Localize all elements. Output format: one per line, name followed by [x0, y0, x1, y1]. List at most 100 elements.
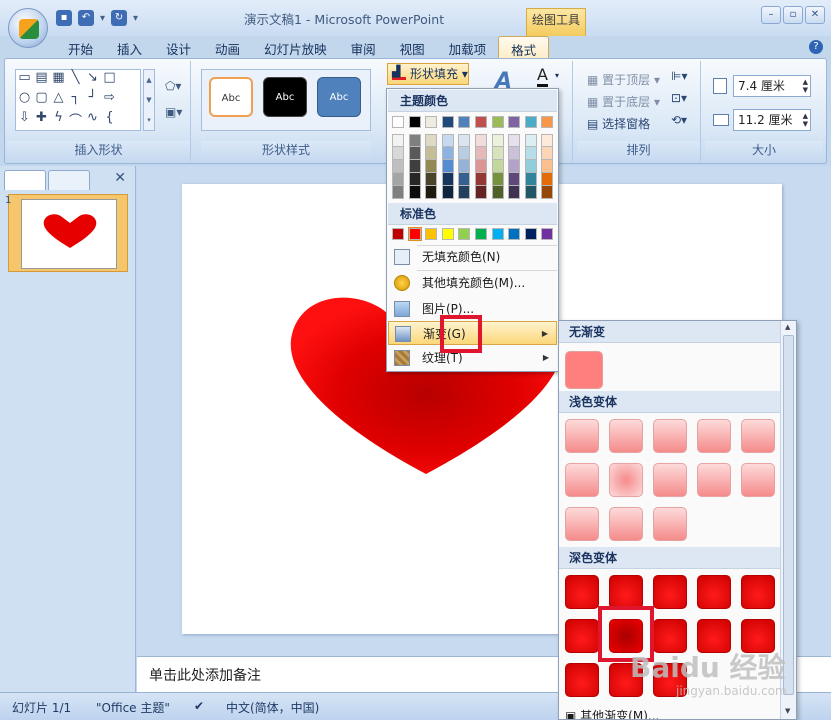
tab-format[interactable]: 格式	[498, 36, 550, 58]
light-gradient-tile[interactable]	[653, 419, 687, 453]
outline-tab[interactable]	[48, 170, 90, 190]
dark-gradient-tile[interactable]	[653, 575, 687, 609]
roundrect-shape-icon[interactable]: ▢	[33, 90, 50, 110]
theme-shade-swatch[interactable]	[475, 186, 487, 199]
close-button[interactable]: ✕	[805, 6, 825, 24]
text-fill-icon[interactable]: A	[537, 65, 548, 87]
theme-shade-swatch[interactable]	[392, 147, 404, 160]
office-button[interactable]	[8, 8, 48, 48]
theme-shade-swatch[interactable]	[408, 173, 421, 186]
standard-color-swatch[interactable]	[392, 228, 404, 240]
light-gradient-tile[interactable]	[653, 463, 687, 497]
more-fill-colors-item[interactable]: 其他填充颜色(M)...	[388, 271, 557, 295]
theme-shade-swatch[interactable]	[441, 173, 454, 186]
theme-shade-swatch[interactable]	[458, 173, 471, 186]
standard-color-swatch[interactable]	[524, 228, 537, 240]
theme-shade-swatch[interactable]	[392, 134, 404, 147]
maximize-button[interactable]: ▫	[783, 6, 803, 24]
close-panel-icon[interactable]: ✕	[114, 170, 126, 186]
theme-shade-swatch[interactable]	[441, 160, 454, 173]
style-sample-orange[interactable]: Abc	[209, 77, 253, 117]
theme-shade-swatch[interactable]	[408, 186, 421, 199]
theme-shade-swatch[interactable]	[491, 134, 504, 147]
standard-color-swatch[interactable]	[458, 228, 471, 240]
theme-shade-swatch[interactable]	[441, 186, 454, 199]
dark-gradient-tile[interactable]	[565, 663, 599, 697]
shapes-scroll[interactable]: ▲ ▼ ▾	[143, 69, 155, 131]
slides-tab[interactable]	[4, 170, 46, 190]
tab-insert[interactable]: 插入	[105, 36, 154, 58]
help-icon[interactable]: ?	[809, 40, 823, 54]
light-gradient-tile[interactable]	[741, 419, 775, 453]
theme-shade-swatch[interactable]	[475, 160, 487, 173]
theme-shade-swatch[interactable]	[491, 147, 504, 160]
theme-shade-swatch[interactable]	[491, 173, 504, 186]
align-icon[interactable]: ⊫▾	[671, 69, 687, 83]
textbox-v-shape-icon[interactable]: ▤	[33, 70, 50, 90]
tab-design[interactable]: 设计	[154, 36, 203, 58]
elbow-shape-icon[interactable]: ┐	[67, 90, 84, 110]
slide-thumbnail-selected[interactable]: 1	[5, 194, 128, 272]
gradient-item[interactable]: 渐变(G) ▶	[388, 321, 557, 345]
light-gradient-tile[interactable]	[653, 507, 687, 541]
theme-shade-swatch[interactable]	[524, 173, 537, 186]
theme-shade-swatch[interactable]	[392, 160, 404, 173]
light-gradient-tile[interactable]	[565, 419, 599, 453]
redo-icon[interactable]: ↻	[111, 10, 128, 26]
tab-addins[interactable]: 加载项	[437, 36, 499, 58]
style-sample-black[interactable]: Abc	[263, 77, 307, 117]
theme-color-swatch[interactable]	[541, 116, 554, 128]
down-arrow-shape-icon[interactable]: ⇩	[16, 110, 33, 130]
light-gradient-tile[interactable]	[697, 419, 731, 453]
curve-shape-icon[interactable]: ⌒	[67, 110, 84, 130]
bring-to-front-button[interactable]: ▦ 置于顶层 ▾	[587, 71, 660, 88]
theme-color-swatch[interactable]	[392, 116, 404, 128]
standard-color-swatch[interactable]	[491, 228, 504, 240]
theme-shade-swatch[interactable]	[392, 173, 404, 186]
theme-shade-swatch[interactable]	[475, 147, 487, 160]
scroll-up-icon[interactable]: ▲	[785, 323, 790, 331]
right-arrow-shape-icon[interactable]: ⇨	[101, 90, 118, 110]
shape-fill-button[interactable]: ▟ 形状填充 ▾	[387, 63, 469, 85]
dark-gradient-tile[interactable]	[609, 575, 643, 609]
style-sample-blue[interactable]: Abc	[317, 77, 361, 117]
theme-shade-swatch[interactable]	[524, 147, 537, 160]
theme-shade-swatch[interactable]	[408, 134, 421, 147]
tab-home[interactable]: 开始	[56, 36, 105, 58]
theme-shade-swatch[interactable]	[508, 160, 521, 173]
text-fill-dropdown-icon[interactable]: ▾	[555, 71, 559, 80]
theme-color-swatch[interactable]	[425, 116, 438, 128]
theme-shade-swatch[interactable]	[441, 147, 454, 160]
standard-color-swatch[interactable]	[508, 228, 521, 240]
theme-shade-swatch[interactable]	[508, 147, 521, 160]
standard-color-swatch[interactable]	[541, 228, 554, 240]
theme-shade-swatch[interactable]	[541, 173, 554, 186]
line-shape-icon[interactable]: ╲	[67, 70, 84, 90]
standard-color-swatch[interactable]	[407, 227, 422, 241]
standard-color-swatch[interactable]	[425, 228, 438, 240]
selection-pane-button[interactable]: ▤ 选择窗格	[587, 115, 650, 132]
width-input[interactable]: 11.2 厘米 ▲ ▼	[733, 109, 811, 131]
theme-color-swatch[interactable]	[475, 116, 487, 128]
theme-shade-swatch[interactable]	[541, 134, 554, 147]
light-gradient-tile[interactable]	[609, 507, 643, 541]
theme-shade-swatch[interactable]	[458, 160, 471, 173]
theme-color-swatch[interactable]	[524, 116, 537, 128]
send-to-back-button[interactable]: ▦ 置于底层 ▾	[587, 93, 660, 110]
light-gradient-tile[interactable]	[697, 463, 731, 497]
slide-thumbnail[interactable]	[21, 199, 117, 269]
shape-icon[interactable]: ▦	[50, 70, 67, 90]
theme-shade-swatch[interactable]	[491, 186, 504, 199]
rect-shape-icon[interactable]: □	[101, 70, 118, 90]
theme-shade-swatch[interactable]	[425, 134, 438, 147]
light-gradient-tile[interactable]	[741, 463, 775, 497]
shapes-gallery[interactable]: ▭ ▤ ▦ ╲ ↘ □ ○ ▢ △ ┐ ┘ ⇨ ⇩ ✚ ϟ ⌒ ∿{	[15, 69, 141, 131]
theme-shade-swatch[interactable]	[458, 134, 471, 147]
scroll-down-icon[interactable]: ▼	[785, 707, 790, 715]
standard-color-swatch[interactable]	[475, 228, 487, 240]
theme-shade-swatch[interactable]	[475, 173, 487, 186]
no-gradient-tile[interactable]	[565, 351, 603, 389]
wave-shape-icon[interactable]: ∿	[84, 110, 101, 130]
theme-shade-swatch[interactable]	[458, 186, 471, 199]
theme-shade-swatch[interactable]	[541, 160, 554, 173]
